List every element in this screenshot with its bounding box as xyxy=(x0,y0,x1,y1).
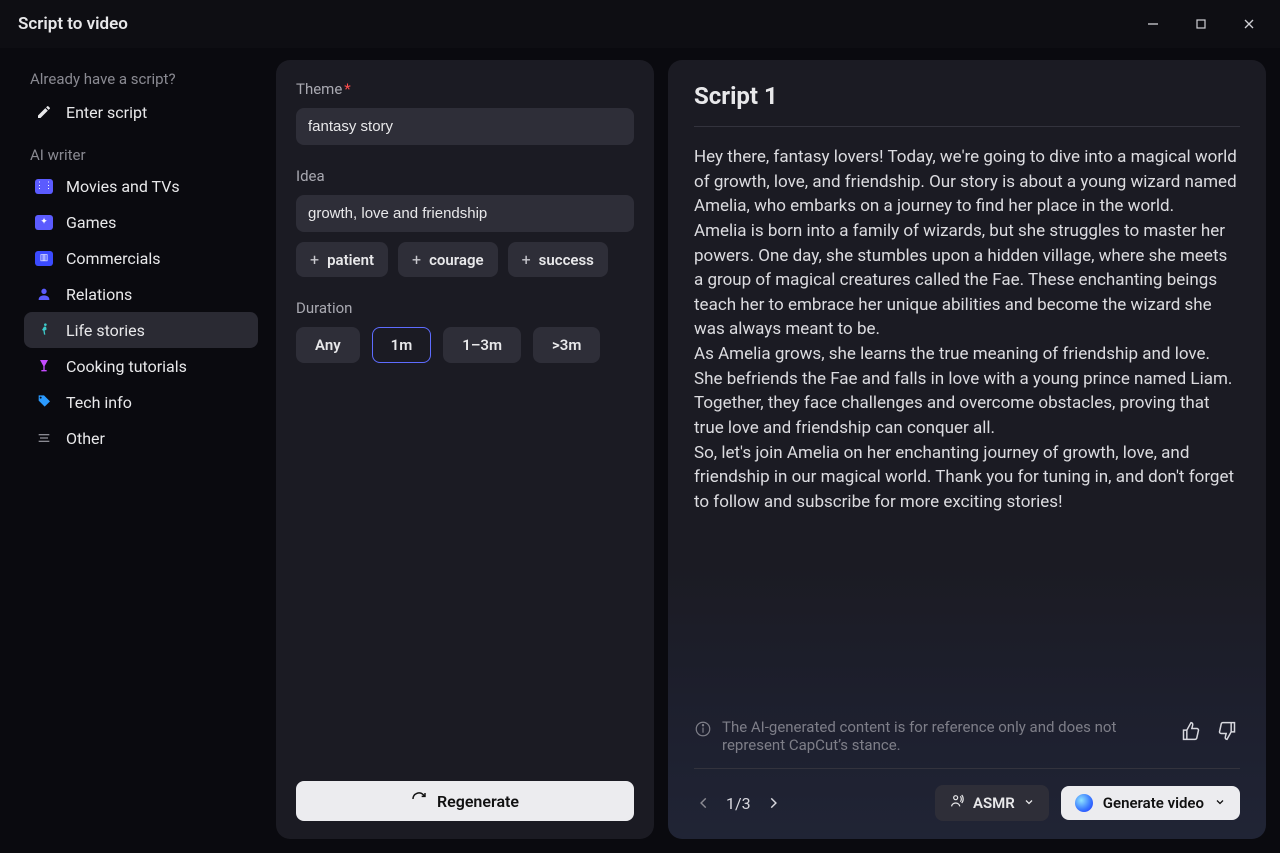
pencil-icon xyxy=(34,102,54,122)
generate-label: Generate video xyxy=(1103,794,1204,812)
disclaimer-row: The AI-generated content is for referenc… xyxy=(694,706,1240,769)
refresh-icon xyxy=(411,791,427,811)
walk-icon xyxy=(34,320,54,340)
sidebar-item-label: Relations xyxy=(66,285,132,304)
window-controls xyxy=(1134,9,1268,39)
orb-icon xyxy=(1075,794,1093,812)
pager-text: 1/3 xyxy=(726,794,751,813)
duration-field: Duration Any 1m 1–3m >3m xyxy=(296,299,634,363)
sidebar-item-label: Cooking tutorials xyxy=(66,357,187,376)
sidebar-enter-script[interactable]: Enter script xyxy=(24,94,258,130)
idea-chips: + patient + courage + success xyxy=(296,242,634,277)
chip-patient[interactable]: + patient xyxy=(296,242,388,277)
prev-button[interactable] xyxy=(694,793,714,813)
chevron-down-icon xyxy=(1023,794,1035,812)
sidebar-item-label: Movies and TVs xyxy=(66,177,180,196)
regenerate-button[interactable]: Regenerate xyxy=(296,781,634,821)
generate-video-button[interactable]: Generate video xyxy=(1061,786,1240,820)
chip-label: courage xyxy=(429,251,484,269)
glass-icon xyxy=(34,356,54,376)
form-panel: Theme* Idea + patient + courage + succes… xyxy=(276,60,654,839)
chip-success[interactable]: + success xyxy=(508,242,608,277)
duration-1m[interactable]: 1m xyxy=(372,327,432,363)
pager: 1/3 xyxy=(694,793,783,813)
sidebar-item-label: Other xyxy=(66,429,105,448)
sidebar-item-label: Games xyxy=(66,213,116,232)
theme-label: Theme* xyxy=(296,80,634,98)
next-button[interactable] xyxy=(763,793,783,813)
duration-options: Any 1m 1–3m >3m xyxy=(296,327,634,363)
footer-row: 1/3 ASMR Generate video xyxy=(694,769,1240,821)
sidebar-hint: Already have a script? xyxy=(24,68,258,94)
sidebar-item-label: Life stories xyxy=(66,321,145,340)
theme-field: Theme* xyxy=(296,80,634,145)
sidebar-item-movies[interactable]: ⋮⋮ Movies and TVs xyxy=(24,168,258,204)
sidebar: Already have a script? Enter script AI w… xyxy=(14,60,262,839)
script-body[interactable]: Hey there, fantasy lovers! Today, we're … xyxy=(694,127,1240,706)
thumbs-down-button[interactable] xyxy=(1214,718,1240,744)
voice-select[interactable]: ASMR xyxy=(935,785,1049,821)
regenerate-label: Regenerate xyxy=(437,792,519,811)
sidebar-item-games[interactable]: ✦ Games xyxy=(24,204,258,240)
close-button[interactable] xyxy=(1230,9,1268,39)
info-icon xyxy=(694,720,712,742)
voice-icon xyxy=(949,793,965,813)
plus-icon: + xyxy=(412,250,421,269)
thumbs-up-button[interactable] xyxy=(1178,718,1204,744)
person-icon xyxy=(34,284,54,304)
sidebar-item-tech[interactable]: Tech info xyxy=(24,384,258,420)
duration-any[interactable]: Any xyxy=(296,327,360,363)
script-title: Script 1 xyxy=(694,82,1240,127)
idea-field: Idea + patient + courage + success xyxy=(296,167,634,277)
film-icon: ⋮⋮ xyxy=(34,176,54,196)
sidebar-item-life-stories[interactable]: Life stories xyxy=(24,312,258,348)
idea-label: Idea xyxy=(296,167,634,185)
sidebar-item-cooking[interactable]: Cooking tutorials xyxy=(24,348,258,384)
titlebar: Script to video xyxy=(0,0,1280,48)
duration-1-3m[interactable]: 1–3m xyxy=(443,327,521,363)
sidebar-item-label: Commercials xyxy=(66,249,160,268)
plus-icon: + xyxy=(310,250,319,269)
script-panel: Script 1 Hey there, fantasy lovers! Toda… xyxy=(668,60,1266,839)
duration-label: Duration xyxy=(296,299,634,317)
chevron-down-icon xyxy=(1214,794,1226,812)
plus-icon: + xyxy=(522,250,531,269)
sidebar-item-label: Tech info xyxy=(66,393,132,412)
theme-input[interactable] xyxy=(296,108,634,145)
voice-label: ASMR xyxy=(973,794,1015,812)
chip-label: patient xyxy=(327,251,374,269)
duration-gt3m[interactable]: >3m xyxy=(533,327,600,363)
minimize-button[interactable] xyxy=(1134,9,1172,39)
maximize-button[interactable] xyxy=(1182,9,1220,39)
sidebar-item-relations[interactable]: Relations xyxy=(24,276,258,312)
sidebar-section: AI writer xyxy=(24,130,258,168)
chip-courage[interactable]: + courage xyxy=(398,242,498,277)
chip-label: success xyxy=(539,251,594,269)
gamepad-icon: ✦ xyxy=(34,212,54,232)
idea-input[interactable] xyxy=(296,195,634,232)
tag-icon xyxy=(34,392,54,412)
app-title: Script to video xyxy=(18,14,128,34)
chart-icon: ▥ xyxy=(34,248,54,268)
sidebar-item-other[interactable]: Other xyxy=(24,420,258,456)
disclaimer-text: The AI-generated content is for referenc… xyxy=(722,718,1152,754)
sidebar-item-label: Enter script xyxy=(66,103,147,122)
sidebar-item-commercials[interactable]: ▥ Commercials xyxy=(24,240,258,276)
list-icon xyxy=(34,428,54,448)
